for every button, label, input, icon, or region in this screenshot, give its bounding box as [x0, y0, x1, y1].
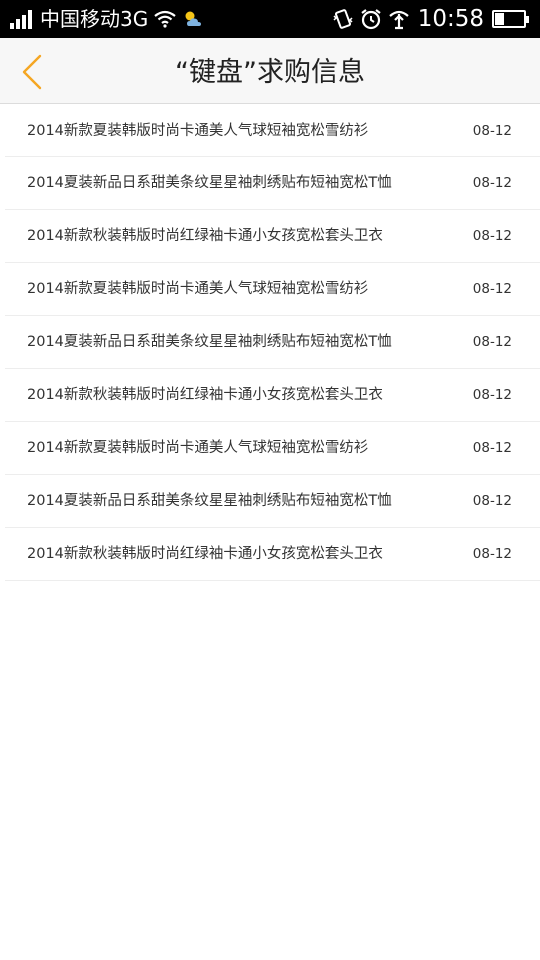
purchase-request-list: 2014新款夏装韩版时尚卡通美人气球短袖宽松雪纺衫 08-12 2014夏装新品…: [0, 105, 540, 581]
list-item[interactable]: 2014夏装新品日系甜美条纹星星袖刺绣贴布短袖宽松T恤 08-12: [5, 475, 540, 528]
wifi-icon: [154, 10, 176, 28]
item-title: 2014新款夏装韩版时尚卡通美人气球短袖宽松雪纺衫: [27, 281, 369, 297]
page-title: “键盘”求购信息: [175, 57, 365, 88]
item-date: 08-12: [472, 440, 512, 456]
item-date: 08-12: [472, 123, 512, 139]
item-date: 08-12: [472, 228, 512, 244]
list-item[interactable]: 2014新款夏装韩版时尚卡通美人气球短袖宽松雪纺衫 08-12: [5, 105, 540, 157]
item-date: 08-12: [472, 334, 512, 350]
item-title: 2014新款秋装韩版时尚红绿袖卡通小女孩宽松套头卫衣: [27, 546, 383, 562]
list-item[interactable]: 2014新款夏装韩版时尚卡通美人气球短袖宽松雪纺衫 08-12: [5, 422, 540, 475]
list-item[interactable]: 2014夏装新品日系甜美条纹星星袖刺绣贴布短袖宽松T恤 08-12: [5, 316, 540, 369]
weather-icon: [182, 9, 204, 29]
item-title: 2014新款夏装韩版时尚卡通美人气球短袖宽松雪纺衫: [27, 123, 369, 139]
item-title: 2014新款秋装韩版时尚红绿袖卡通小女孩宽松套头卫衣: [27, 387, 383, 403]
status-bar: 中国移动3G 10:58: [0, 0, 540, 38]
list-item[interactable]: 2014新款秋装韩版时尚红绿袖卡通小女孩宽松套头卫衣 08-12: [5, 528, 540, 581]
list-item[interactable]: 2014新款秋装韩版时尚红绿袖卡通小女孩宽松套头卫衣 08-12: [5, 210, 540, 263]
item-title: 2014夏装新品日系甜美条纹星星袖刺绣贴布短袖宽松T恤: [27, 493, 392, 509]
item-title: 2014新款秋装韩版时尚红绿袖卡通小女孩宽松套头卫衣: [27, 228, 383, 244]
nav-bar: “键盘”求购信息: [0, 38, 540, 104]
item-date: 08-12: [472, 387, 512, 403]
list-item[interactable]: 2014新款秋装韩版时尚红绿袖卡通小女孩宽松套头卫衣 08-12: [5, 369, 540, 422]
signal-icon: [10, 9, 34, 29]
status-left: 中国移动3G: [10, 0, 204, 38]
sync-icon: [388, 8, 410, 30]
carrier-label: 中国移动3G: [40, 7, 149, 31]
item-date: 08-12: [472, 493, 512, 509]
status-right: 10:58: [326, 0, 530, 38]
item-date: 08-12: [472, 175, 512, 191]
vibrate-icon: [332, 9, 354, 29]
item-title: 2014夏装新品日系甜美条纹星星袖刺绣贴布短袖宽松T恤: [27, 175, 392, 191]
battery-icon: [492, 10, 529, 28]
list-item[interactable]: 2014夏装新品日系甜美条纹星星袖刺绣贴布短袖宽松T恤 08-12: [5, 157, 540, 210]
item-title: 2014新款夏装韩版时尚卡通美人气球短袖宽松雪纺衫: [27, 440, 369, 456]
item-title: 2014夏装新品日系甜美条纹星星袖刺绣贴布短袖宽松T恤: [27, 334, 392, 350]
list-item[interactable]: 2014新款夏装韩版时尚卡通美人气球短袖宽松雪纺衫 08-12: [5, 263, 540, 316]
status-clock: 10:58: [417, 6, 484, 32]
item-date: 08-12: [472, 281, 512, 297]
item-date: 08-12: [472, 546, 512, 562]
alarm-icon: [360, 8, 382, 30]
